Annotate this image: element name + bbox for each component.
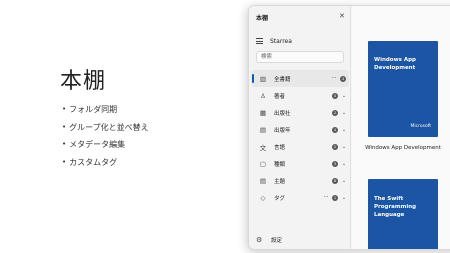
app-header: Starrea: [256, 36, 292, 46]
book-cover-title: Windows App Development: [374, 57, 416, 71]
calendar-icon: ▤: [259, 125, 267, 134]
book-grid: Windows App Development Microsoft Window…: [352, 6, 450, 249]
nav-item[interactable]: ▥ 全書籍 ··· 4: [251, 70, 349, 87]
folder-icon: ▢: [259, 159, 267, 168]
nav-item-label: 種類: [274, 161, 286, 168]
settings-label: 設定: [271, 238, 283, 244]
nav-item[interactable]: ▤ 主題 6 ⌄: [251, 172, 349, 189]
title-bar: 本棚 ✕: [249, 6, 350, 30]
nav-item[interactable]: ▢ 種類 3 ⌄: [251, 155, 349, 172]
feature-item: メタデータ編集: [62, 136, 149, 154]
chevron-down-icon[interactable]: ⌄: [341, 93, 347, 99]
feature-item: グループ化と並べ替え: [62, 119, 149, 137]
nav-item-label: 出版年: [274, 127, 291, 134]
nav-item[interactable]: ♙ 著者 4 ⌄: [251, 87, 349, 104]
nav-item[interactable]: ▦ 出版社 2 ⌄: [251, 104, 349, 121]
app-window: 本棚 ✕ Starrea ▥全書籍···4♙著者4⌄▦出版社2⌄▤出版年4⌄文言…: [248, 5, 450, 250]
book-cover[interactable]: Windows App Development Microsoft: [368, 41, 438, 137]
nav-item[interactable]: ▤ 出版年 4 ⌄: [251, 121, 349, 138]
person-icon: ♙: [260, 91, 266, 100]
more-options-icon[interactable]: ···: [324, 194, 329, 201]
nav-list: ▥ 全書籍 ··· 4 ♙ 著者 4 ⌄ ▦ 出版社 2 ⌄ ▤ 出版年 4 ⌄ 文言語 2 ⌄ ▢ 種類 3 ⌄ ▤ 主題 6 ⌄…: [251, 70, 349, 206]
window-title: 本棚: [256, 15, 269, 22]
nav-item-label: 主題: [274, 178, 286, 185]
book-cover-title: The Swift Programming Language: [374, 196, 417, 218]
more-options-icon[interactable]: ···: [332, 75, 337, 82]
chevron-down-icon[interactable]: ⌄: [341, 161, 347, 167]
feature-item: カスタムタグ: [62, 154, 149, 172]
chevron-down-icon[interactable]: ⌄: [341, 144, 347, 150]
count-badge: 2: [332, 143, 338, 150]
count-badge: 4: [332, 92, 338, 99]
chevron-down-icon[interactable]: ⌄: [341, 178, 347, 184]
chevron-down-icon[interactable]: ⌄: [341, 110, 347, 116]
building-icon: ▦: [259, 108, 267, 117]
slide-title: 本棚: [60, 69, 107, 94]
book-cover[interactable]: The Swift Programming Language: [368, 179, 438, 249]
tag-list-icon: ▤: [259, 176, 267, 185]
book-caption[interactable]: Windows App Development: [362, 144, 444, 152]
count-badge: 1: [332, 194, 338, 201]
library-icon: ▥: [259, 74, 267, 83]
count-badge: 3: [332, 160, 338, 167]
search-input[interactable]: [256, 51, 344, 63]
nav-item-label: 著者: [274, 93, 286, 100]
nav-item[interactable]: ◇ タグ ··· 1 ⌄: [251, 189, 349, 206]
feature-item: フォルダ同期: [62, 101, 149, 119]
gear-icon: ⚙: [256, 236, 263, 244]
hamburger-menu-icon[interactable]: [256, 38, 263, 44]
feature-list: フォルダ同期 グループ化と並べ替え メタデータ編集 カスタムタグ: [62, 101, 149, 171]
settings-button[interactable]: ⚙ 設定: [256, 236, 282, 244]
nav-item-label: 全書籍: [274, 76, 291, 83]
book-cover-publisher: Microsoft: [410, 124, 431, 129]
nav-item-label: 出版社: [274, 110, 291, 117]
close-icon[interactable]: ✕: [339, 12, 345, 20]
count-badge: 4: [340, 75, 346, 82]
app-name: Starrea: [270, 37, 292, 45]
nav-item[interactable]: 文言語 2 ⌄: [251, 138, 349, 155]
language-icon: 文: [259, 143, 267, 152]
nav-item-label: タグ: [274, 195, 286, 202]
chevron-down-icon[interactable]: ⌄: [341, 127, 347, 133]
count-badge: 4: [332, 126, 338, 133]
nav-item-label: 言語: [274, 144, 286, 151]
count-badge: 2: [332, 109, 338, 116]
count-badge: 6: [332, 177, 338, 184]
navigation-pane: 本棚 ✕ Starrea ▥全書籍···4♙著者4⌄▦出版社2⌄▤出版年4⌄文言…: [249, 6, 351, 249]
tag-icon: ◇: [260, 193, 266, 202]
chevron-down-icon[interactable]: ⌄: [341, 195, 347, 201]
